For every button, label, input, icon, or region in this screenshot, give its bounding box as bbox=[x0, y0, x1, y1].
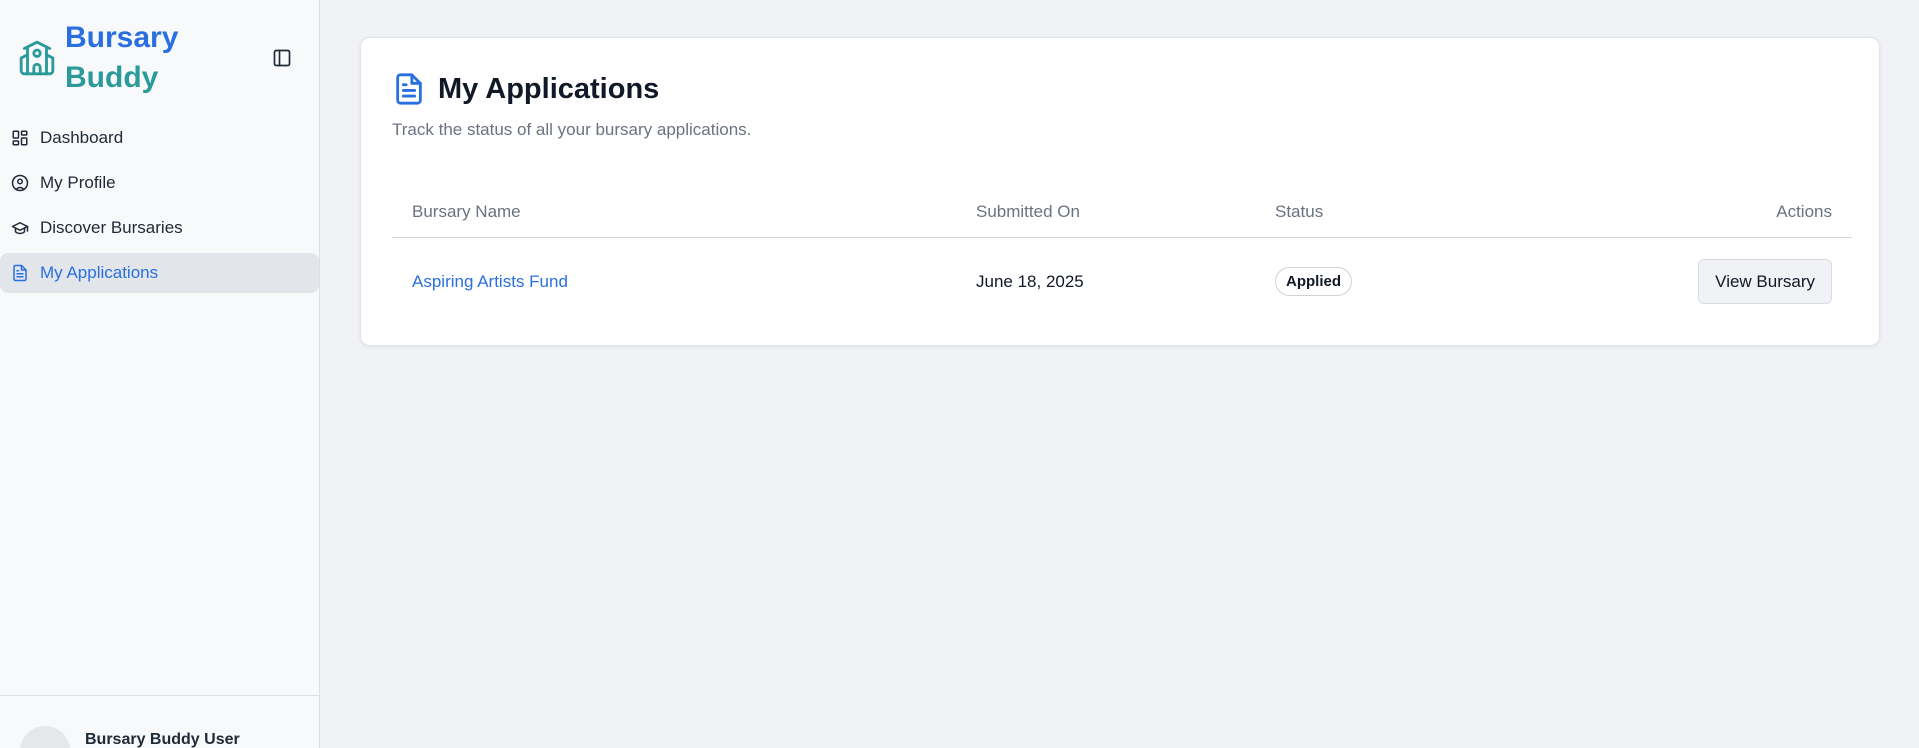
brand-logo[interactable]: Bursary Buddy bbox=[18, 18, 178, 98]
view-bursary-button[interactable]: View Bursary bbox=[1698, 259, 1832, 304]
sidebar-footer: Bursary Buddy User bbox=[0, 695, 320, 748]
status-badge: Applied bbox=[1275, 267, 1352, 296]
sidebar-item-dashboard[interactable]: Dashboard bbox=[0, 118, 319, 158]
sidebar-item-label: My Profile bbox=[40, 173, 116, 192]
sidebar-item-my-profile[interactable]: My Profile bbox=[0, 163, 319, 203]
column-header-bursary-name: Bursary Name bbox=[412, 201, 521, 221]
sidebar-item-discover-bursaries[interactable]: Discover Bursaries bbox=[0, 208, 319, 248]
avatar[interactable] bbox=[20, 726, 70, 748]
applications-card: My Applications Track the status of all … bbox=[360, 37, 1880, 346]
actions-cell: View Bursary bbox=[1655, 259, 1852, 304]
table-row: Aspiring Artists Fund June 18, 2025 Appl… bbox=[392, 238, 1852, 325]
user-circle-icon bbox=[10, 173, 30, 193]
bursary-name-link[interactable]: Aspiring Artists Fund bbox=[412, 272, 568, 291]
sidebar-item-label: Discover Bursaries bbox=[40, 218, 183, 237]
sidebar-item-label: My Applications bbox=[40, 263, 159, 282]
school-icon bbox=[19, 40, 55, 76]
status-cell: Applied bbox=[1275, 267, 1655, 296]
document-icon bbox=[396, 73, 422, 105]
submitted-on-cell: June 18, 2025 bbox=[976, 271, 1084, 291]
sidebar-toggle-icon bbox=[273, 49, 291, 67]
column-header-status: Status bbox=[1275, 201, 1324, 221]
sidebar-toggle-button[interactable] bbox=[270, 46, 294, 70]
applications-table: Bursary Name Submitted On Status Actions… bbox=[392, 186, 1852, 325]
column-header-submitted-on: Submitted On bbox=[976, 201, 1080, 221]
bursary-name-cell: Aspiring Artists Fund bbox=[392, 272, 976, 292]
brand-name-line1: Bursary bbox=[65, 21, 179, 54]
sidebar-item-my-applications[interactable]: My Applications bbox=[0, 253, 319, 293]
sidebar-nav: Dashboard My Profile Discover Bursaries … bbox=[0, 118, 320, 298]
document-icon bbox=[10, 263, 30, 283]
brand-name-line2: Buddy bbox=[65, 61, 159, 94]
sidebar: Bursary Buddy Dashboard My Profile Disco… bbox=[0, 0, 320, 748]
user-name: Bursary Buddy User bbox=[85, 731, 240, 748]
graduation-cap-icon bbox=[10, 218, 30, 238]
dashboard-icon bbox=[10, 128, 30, 148]
column-header-actions: Actions bbox=[1776, 201, 1832, 221]
table-header: Bursary Name Submitted On Status Actions bbox=[392, 186, 1852, 238]
card-header: My Applications bbox=[392, 70, 659, 108]
sidebar-item-label: Dashboard bbox=[40, 128, 124, 147]
page-subtitle: Track the status of all your bursary app… bbox=[392, 120, 752, 139]
page-title: My Applications bbox=[438, 72, 660, 105]
brand-name: Bursary Buddy bbox=[65, 18, 178, 98]
